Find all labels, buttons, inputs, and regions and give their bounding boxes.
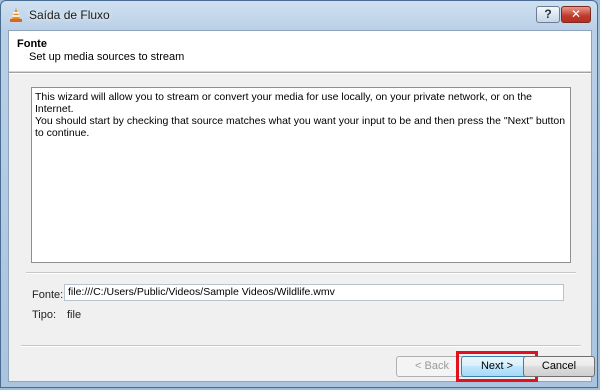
tipo-value: file (67, 309, 82, 321)
description-textbox[interactable]: This wizard will allow you to stream or … (31, 87, 571, 263)
cancel-button[interactable]: Cancel (523, 356, 595, 377)
page-subtitle: Set up media sources to stream (29, 51, 185, 63)
description-line-1: This wizard will allow you to stream or … (35, 91, 533, 115)
stream-output-window: Saída de Fluxo ? ✕ Fonte Set up media so… (0, 0, 598, 388)
tipo-label: Tipo: (32, 309, 57, 321)
page-title: Fonte (17, 38, 47, 50)
content-divider (26, 272, 576, 274)
fonte-field[interactable]: file:///C:/Users/Public/Videos/Sample Vi… (64, 284, 564, 301)
help-button[interactable]: ? (536, 6, 560, 23)
dialog-client-area: Fonte Set up media sources to stream Thi… (8, 30, 595, 382)
title-bar[interactable]: Saída de Fluxo ? ✕ (1, 1, 597, 29)
footer-divider (21, 345, 581, 347)
fonte-label: Fonte: (32, 289, 64, 301)
window-title: Saída de Fluxo (29, 8, 110, 22)
header-divider (9, 72, 591, 74)
description-line-2: You should start by checking that source… (35, 115, 566, 139)
close-button[interactable]: ✕ (561, 6, 591, 23)
vlc-cone-icon (10, 8, 22, 22)
wizard-header: Fonte Set up media sources to stream (9, 31, 591, 72)
